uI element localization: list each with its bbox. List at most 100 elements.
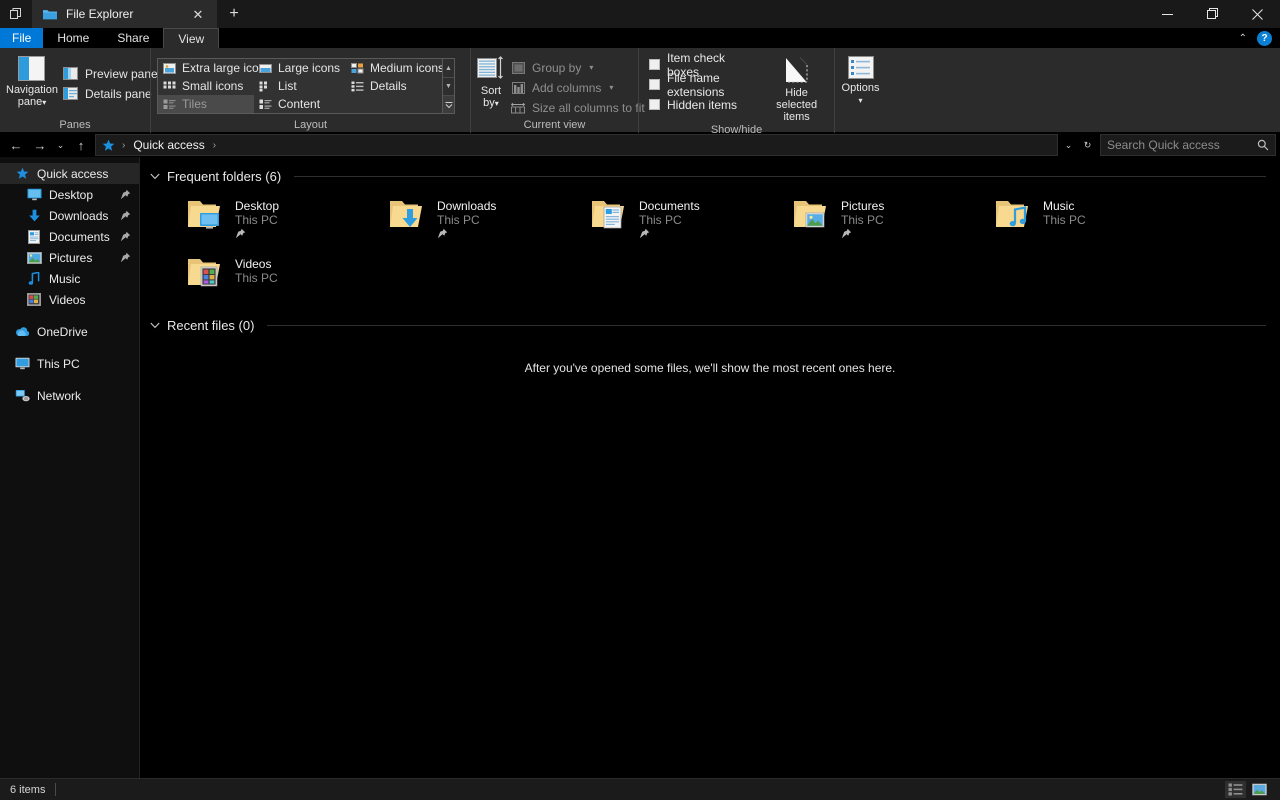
maximize-button[interactable] (1190, 0, 1235, 28)
breadcrumb-bar[interactable]: › Quick access › (95, 134, 1058, 156)
sidebar-item-quick-access[interactable]: Quick access (0, 163, 139, 184)
sidebar-item-onedrive[interactable]: OneDrive (0, 321, 139, 342)
ribbon-group-current-view: Sort by▾ Group by ▾ (470, 48, 638, 133)
folder-tile[interactable]: Pictures This PC (792, 194, 994, 239)
frequent-folders-header[interactable]: Frequent folders (6) (140, 164, 1280, 188)
address-dropdown-button[interactable]: ⌄ (1060, 134, 1077, 156)
group-by-button[interactable]: Group by ▾ (505, 58, 650, 77)
tab-share[interactable]: Share (103, 28, 163, 48)
hidden-items-row[interactable]: Hidden items (645, 95, 757, 114)
folder-tile-meta: Documents This PC (639, 197, 700, 239)
gallery-scroll-down-icon[interactable]: ▼ (443, 77, 454, 95)
close-tab-icon[interactable]: ✕ (185, 2, 211, 26)
system-menu-icon[interactable] (0, 0, 32, 28)
collapse-ribbon-icon[interactable]: ⌃ (1235, 33, 1251, 44)
folder-name: Documents (639, 199, 700, 213)
large-icons-view-icon[interactable] (1249, 781, 1270, 798)
details-pane-button[interactable]: Details pane (58, 84, 163, 103)
file-name-extensions-checkbox[interactable] (649, 79, 660, 90)
layout-content[interactable]: Content (254, 95, 346, 113)
folder-tile[interactable]: Downloads This PC (388, 194, 590, 239)
recent-locations-button[interactable]: ⌄ (52, 134, 69, 156)
hide-selected-items-label: Hide selected items (765, 87, 828, 123)
layout-medium-icons[interactable]: Medium icons (346, 59, 442, 77)
breadcrumb-current[interactable]: Quick access (131, 138, 206, 152)
size-all-columns-button[interactable]: Size all columns to fit (505, 98, 650, 117)
layout-extra-large-icons[interactable]: Extra large icons (158, 59, 254, 77)
downloads-icon (26, 208, 42, 224)
layout-gallery-scrollbar[interactable]: ▲ ▼ (442, 59, 454, 113)
content-scrollbar[interactable] (1268, 157, 1280, 778)
gallery-more-icon[interactable] (443, 95, 454, 113)
hidden-items-checkbox[interactable] (649, 99, 660, 110)
sidebar-item-pictures[interactable]: Pictures (0, 247, 139, 268)
sidebar-item-music[interactable]: Music (0, 268, 139, 289)
navigation-pane-button[interactable]: Navigation pane▾ (6, 52, 58, 109)
chevron-down-icon[interactable] (150, 173, 160, 180)
sort-by-button[interactable]: Sort by▾ (477, 52, 505, 110)
minimize-button[interactable] (1145, 0, 1190, 28)
sidebar-gap (0, 374, 139, 385)
new-tab-button[interactable]: + (217, 0, 251, 28)
layout-group-label: Layout (151, 118, 470, 133)
current-view-group-label: Current view (471, 118, 638, 133)
ribbon-tab-spacer (219, 28, 1234, 48)
folder-tile[interactable]: Music This PC (994, 194, 1196, 239)
gallery-scroll-up-icon[interactable]: ▲ (443, 59, 454, 77)
status-separator (55, 783, 56, 796)
folder-tile[interactable]: Videos This PC (186, 252, 388, 297)
search-box[interactable]: Search Quick access (1100, 134, 1276, 156)
folder-tile[interactable]: Desktop This PC (186, 194, 388, 239)
layout-tiles[interactable]: Tiles (158, 95, 254, 113)
sidebar-item-downloads[interactable]: Downloads (0, 205, 139, 226)
hidden-items-label: Hidden items (667, 98, 737, 112)
tab-file[interactable]: File (0, 28, 43, 48)
tab-title: File Explorer (66, 7, 177, 21)
sidebar-item-videos[interactable]: Videos (0, 289, 139, 310)
layout-list[interactable]: List (254, 77, 346, 95)
search-input[interactable]: Search Quick access (1107, 138, 1257, 152)
refresh-button[interactable]: ↻ (1079, 134, 1096, 156)
breadcrumb-separator: › (120, 140, 127, 151)
up-button[interactable]: ↑ (69, 134, 93, 156)
add-columns-button[interactable]: Add columns ▾ (505, 78, 650, 97)
sidebar-item-label: Documents (49, 230, 110, 244)
breadcrumb-separator-end[interactable]: › (211, 140, 218, 151)
details-view-icon[interactable] (1225, 781, 1246, 798)
close-button[interactable] (1235, 0, 1280, 28)
sort-by-icon (477, 56, 505, 82)
options-button[interactable]: Options ▾ (841, 52, 880, 107)
window-tab[interactable]: File Explorer ✕ (32, 0, 217, 28)
group-by-dropdown-icon[interactable]: ▾ (589, 63, 593, 72)
folder-tile[interactable]: Documents This PC (590, 194, 792, 239)
layout-gallery: Extra large icons Large icons (157, 58, 455, 114)
folder-pictures-icon (792, 197, 832, 237)
folder-documents-icon (590, 197, 630, 237)
sidebar-item-network[interactable]: Network (0, 385, 139, 406)
folder-name: Music (1043, 199, 1086, 213)
sidebar-item-label: Downloads (49, 209, 108, 223)
back-button[interactable]: ← (4, 134, 28, 156)
extra-large-icons-icon (161, 60, 177, 76)
layout-large-icons[interactable]: Large icons (254, 59, 346, 77)
desktop-icon (26, 187, 42, 203)
hide-selected-items-button[interactable]: Hide selected items (765, 52, 828, 123)
tab-home[interactable]: Home (43, 28, 103, 48)
sidebar-item-documents[interactable]: Documents (0, 226, 139, 247)
add-columns-dropdown-icon[interactable]: ▾ (609, 83, 613, 92)
help-icon[interactable]: ? (1257, 31, 1272, 46)
chevron-down-icon[interactable] (150, 322, 160, 329)
sidebar-item-desktop[interactable]: Desktop (0, 184, 139, 205)
tab-view[interactable]: View (163, 28, 219, 48)
layout-item-label: Small icons (182, 79, 243, 93)
item-check-boxes-checkbox[interactable] (649, 59, 660, 70)
folder-location: This PC (1043, 213, 1086, 227)
preview-pane-button[interactable]: Preview pane (58, 64, 163, 83)
forward-button[interactable]: → (28, 134, 52, 156)
search-icon (1257, 139, 1269, 151)
sidebar-item-this-pc[interactable]: This PC (0, 353, 139, 374)
recent-files-header[interactable]: Recent files (0) (140, 313, 1280, 337)
layout-small-icons[interactable]: Small icons (158, 77, 254, 95)
layout-details[interactable]: Details (346, 77, 442, 95)
file-name-extensions-row[interactable]: File name extensions (645, 75, 757, 94)
